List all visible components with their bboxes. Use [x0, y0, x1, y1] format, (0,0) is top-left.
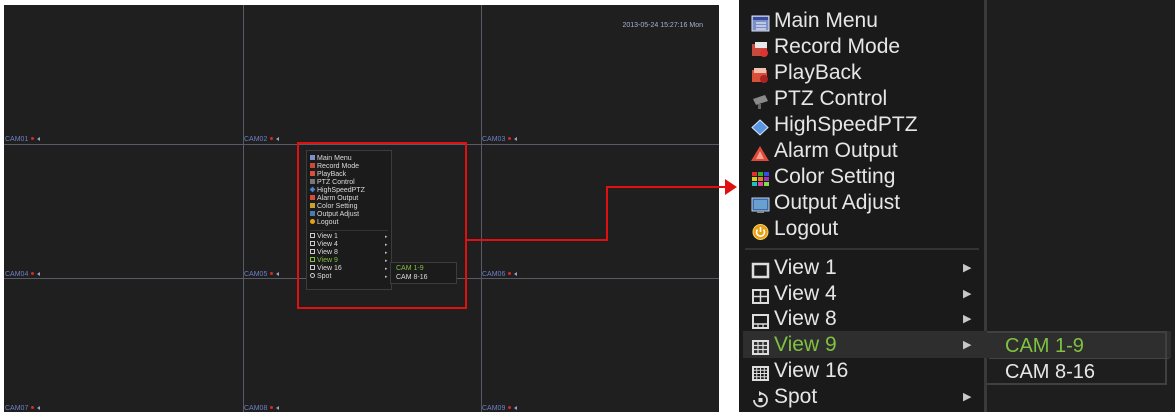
menu-item-view-8[interactable]: View 8 — [751, 306, 837, 332]
menu-separator — [745, 248, 979, 250]
menu-item-highspeed-ptz[interactable]: HighSpeedPTZ — [751, 112, 918, 138]
menu-item-spot[interactable]: Spot — [751, 384, 817, 410]
view8-icon — [751, 311, 770, 329]
menu-item-view-9[interactable]: View 9 — [751, 332, 837, 358]
menu-item-label: Spot — [774, 385, 818, 408]
grid-line — [243, 5, 244, 412]
diamond-icon — [751, 117, 770, 136]
callout-arrow-icon — [725, 179, 737, 195]
main-menu-icon — [751, 13, 770, 31]
camera-label[interactable]: CAM05 — [244, 271, 280, 279]
menu-item-label: View 4 — [774, 282, 837, 305]
submenu-arrow-icon: ▶ — [963, 288, 972, 300]
zoomed-menu-panel: Main Menu Record Mode PlayBack PTZ Contr… — [739, 0, 1175, 412]
submenu-arrow-icon: ▶ — [963, 339, 972, 351]
menu-item-label: Logout — [774, 217, 839, 240]
menu-item-label: Main Menu — [774, 9, 878, 32]
menu-item-view-1[interactable]: View 1 — [751, 255, 837, 281]
camera-label[interactable]: CAM03 — [482, 136, 518, 144]
timestamp: 2013-05-24 15:27:16 Mon — [622, 22, 703, 29]
camera-label[interactable]: CAM01 — [5, 136, 41, 144]
submenu-arrow-icon: ▶ — [963, 313, 972, 325]
menu-item-label: View 16 — [774, 359, 849, 382]
menu-item-main-menu[interactable]: Main Menu — [751, 8, 878, 34]
menu-item-label: Alarm Output — [774, 139, 898, 162]
menu-item-record-mode[interactable]: Record Mode — [751, 34, 900, 60]
menu-item-ptz-control[interactable]: PTZ Control — [751, 86, 887, 112]
camera-label[interactable]: CAM07 — [5, 405, 41, 412]
menu-item-label: View 1 — [774, 256, 837, 279]
color-icon — [751, 169, 770, 186]
menu-item-label: View 8 — [774, 307, 837, 330]
menu-item-playback[interactable]: PlayBack — [751, 60, 862, 86]
view9-icon — [751, 337, 770, 355]
record-icon — [751, 39, 770, 57]
menu-item-output-adjust[interactable]: Output Adjust — [751, 190, 900, 216]
submenu-separator — [989, 358, 1169, 359]
view4-icon — [751, 286, 770, 304]
submenu-item-cam-1-9[interactable]: CAM 1-9 — [1005, 334, 1084, 358]
menu-item-view-16[interactable]: View 16 — [751, 358, 848, 384]
menu-item-label: PlayBack — [774, 61, 862, 84]
camera-label[interactable]: CAM08 — [244, 405, 280, 412]
monitor-icon — [751, 195, 770, 213]
callout-box — [297, 142, 467, 309]
view16-icon — [751, 363, 770, 381]
menu-item-color-setting[interactable]: Color Setting — [751, 164, 895, 190]
camera-label[interactable]: CAM04 — [5, 271, 41, 279]
camera-label[interactable]: CAM09 — [482, 405, 518, 412]
submenu-arrow-icon: ▶ — [963, 391, 972, 403]
menu-item-label: View 9 — [774, 333, 837, 356]
power-icon — [751, 221, 770, 240]
camera-label[interactable]: CAM06 — [482, 271, 518, 279]
menu-item-view-4[interactable]: View 4 — [751, 281, 837, 307]
menu-item-logout[interactable]: Logout — [751, 216, 838, 242]
camera-label[interactable]: CAM02 — [244, 136, 280, 144]
submenu-item-cam-8-16[interactable]: CAM 8-16 — [1005, 360, 1095, 384]
callout-connector — [466, 239, 608, 241]
submenu-arrow-icon: ▶ — [963, 262, 972, 274]
menu-item-alarm-output[interactable]: Alarm Output — [751, 138, 898, 164]
menu-item-label: Output Adjust — [774, 191, 901, 214]
view1-icon — [751, 260, 770, 278]
callout-connector — [606, 186, 728, 188]
callout-connector — [606, 186, 608, 241]
menu-item-label: Record Mode — [774, 35, 901, 58]
menu-item-label: Color Setting — [774, 165, 896, 188]
playback-icon — [751, 65, 770, 83]
spot-icon — [751, 389, 770, 407]
ptz-icon — [751, 91, 770, 109]
menu-item-label: PTZ Control — [774, 87, 888, 110]
grid-line — [481, 5, 482, 412]
alarm-icon — [751, 143, 770, 161]
menu-item-label: HighSpeedPTZ — [774, 113, 918, 136]
